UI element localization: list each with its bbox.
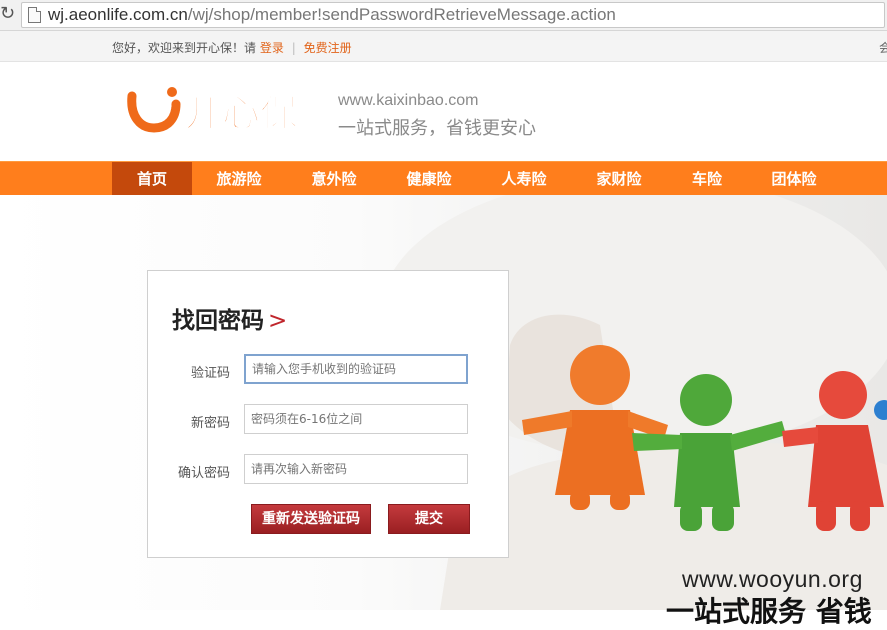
- nav-item-travel[interactable]: 旅游险: [198, 162, 280, 196]
- logo-text: 开心保: [184, 91, 299, 135]
- banner-slogan-fragment: 一站式服务 省钱: [666, 595, 872, 628]
- submit-button[interactable]: 提交: [388, 504, 470, 534]
- watermark-text: www.wooyun.org: [682, 566, 863, 592]
- resend-code-button[interactable]: 重新发送验证码: [251, 504, 371, 534]
- login-link[interactable]: 登录: [260, 41, 284, 55]
- site-url: www.kaixinbao.com: [338, 92, 479, 109]
- code-label: 验证码: [190, 366, 230, 381]
- link-separator: |: [291, 41, 296, 55]
- password-retrieve-panel: 找回密码> 验证码 新密码 确认密码 重新发送验证码 提交: [147, 270, 509, 558]
- topbar-right-link[interactable]: 会: [879, 39, 887, 56]
- site-slogan: 一站式服务，省钱更安心: [338, 118, 536, 139]
- panel-title-text: 找回密码: [172, 308, 264, 334]
- panel-title: 找回密码 >: [172, 301, 287, 335]
- register-link[interactable]: 免费注册: [304, 41, 352, 55]
- main-nav: 首页 旅游险 意外险 健康险 人寿险 家财险 车险 团体险: [0, 161, 887, 196]
- url-text: wj.aeonlife.com.cn/wj/shop/member!sendPa…: [48, 3, 616, 27]
- page-icon: [28, 7, 41, 23]
- kaixinbao-logo[interactable]: 开心保: [126, 82, 328, 142]
- url-path: /wj/shop/member!sendPasswordRetrieveMess…: [187, 5, 616, 24]
- new-password-input[interactable]: [244, 404, 468, 434]
- url-host: wj.aeonlife.com.cn: [48, 5, 188, 24]
- top-welcome-bar: 您好，欢迎来到开心保！请 登录 | 免费注册 会: [0, 31, 887, 62]
- nav-item-home[interactable]: 首页: [112, 162, 192, 196]
- reload-icon[interactable]: ↻: [0, 3, 15, 24]
- new-password-label: 新密码: [190, 416, 230, 431]
- nav-item-health[interactable]: 健康险: [388, 162, 470, 196]
- confirm-password-label: 确认密码: [177, 466, 230, 481]
- logo-graphic: 开心保: [127, 87, 300, 136]
- verification-code-input[interactable]: [244, 354, 468, 384]
- nav-item-life[interactable]: 人寿险: [483, 162, 565, 196]
- address-bar[interactable]: wj.aeonlife.com.cn/wj/shop/member!sendPa…: [21, 2, 885, 28]
- nav-item-group[interactable]: 团体险: [753, 162, 835, 196]
- confirm-password-input[interactable]: [244, 454, 468, 484]
- nav-item-auto[interactable]: 车险: [666, 162, 748, 196]
- greeting-text: 您好，欢迎来到开心保！请: [112, 41, 257, 55]
- title-arrow: >: [268, 308, 288, 334]
- welcome-message: 您好，欢迎来到开心保！请 登录 | 免费注册: [112, 39, 352, 56]
- nav-item-home-property[interactable]: 家财险: [578, 162, 660, 196]
- nav-item-accident[interactable]: 意外险: [293, 162, 375, 196]
- site-header: 开心保 www.kaixinbao.com 一站式服务，省钱更安心: [0, 62, 887, 160]
- browser-toolbar: ↻ wj.aeonlife.com.cn/wj/shop/member!send…: [0, 0, 887, 31]
